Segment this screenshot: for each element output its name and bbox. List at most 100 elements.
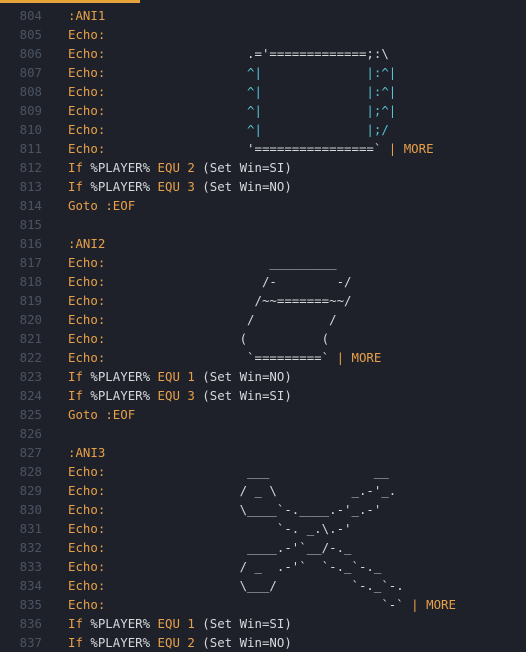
token-kw: Echo:: [68, 27, 106, 42]
code-text: Echo: \___/ `-._`-.: [68, 576, 404, 595]
code-line[interactable]: 816:ANI2: [0, 234, 526, 253]
code-line[interactable]: 832 Echo: ____.-'`__/-._: [0, 538, 526, 557]
code-line[interactable]: 834 Echo: \___/ `-._`-.: [0, 576, 526, 595]
token-kw: If: [68, 369, 91, 384]
code-line[interactable]: 819 Echo: /~~=======~~/: [0, 291, 526, 310]
token-kw: Echo:: [68, 483, 106, 498]
token-kw: Echo:: [68, 350, 106, 365]
code-line[interactable]: 822 Echo: `=========` | MORE: [0, 348, 526, 367]
line-number: 827: [19, 445, 42, 460]
token-kw: If: [68, 160, 91, 175]
code-line[interactable]: 823 If %PLAYER% EQU 1 (Set Win=NO): [0, 367, 526, 386]
code-line[interactable]: 836 If %PLAYER% EQU 1 (Set Win=SI): [0, 614, 526, 633]
code-line[interactable]: 814 Goto :EOF: [0, 196, 526, 215]
code-line[interactable]: 812 If %PLAYER% EQU 2 (Set Win=SI): [0, 158, 526, 177]
token-kw: Echo:: [68, 559, 106, 574]
token-art: `-. _.\.-': [105, 521, 352, 536]
line-number: 830: [19, 502, 42, 517]
token-txt: (Set Win=SI): [202, 388, 292, 403]
code-text: Echo: / _ \ _.-'_.: [68, 481, 396, 500]
line-number: 812: [19, 160, 42, 175]
token-art: `-`: [105, 597, 404, 612]
line-number: 836: [19, 616, 42, 631]
token-kw: If: [68, 179, 91, 194]
code-line[interactable]: 815: [0, 215, 526, 234]
code-line[interactable]: 835 Echo: `-` | MORE: [0, 595, 526, 614]
code-line[interactable]: 809 Echo: ^| |;^|: [0, 101, 526, 120]
code-line[interactable]: 829 Echo: / _ \ _.-'_.: [0, 481, 526, 500]
token-kw: Echo:: [68, 502, 106, 517]
line-number: 828: [19, 464, 42, 479]
token-txt: (Set Win=SI): [202, 616, 292, 631]
token-art: ___ __: [105, 464, 389, 479]
code-text: Echo: ___ __: [68, 462, 389, 481]
token-kw: Echo:: [68, 597, 106, 612]
token-op: EQU: [157, 635, 188, 650]
token-num: 3: [187, 179, 203, 194]
token-kw: Echo:: [68, 293, 106, 308]
code-line[interactable]: 824 If %PLAYER% EQU 3 (Set Win=SI): [0, 386, 526, 405]
token-kw: Goto: [68, 407, 106, 422]
code-line[interactable]: 805 Echo:: [0, 25, 526, 44]
token-pipe: |: [381, 141, 404, 156]
code-line[interactable]: 817 Echo: _________: [0, 253, 526, 272]
token-art: ( (: [105, 331, 330, 346]
token-more: MORE: [403, 141, 434, 156]
line-number: 804: [19, 8, 42, 23]
code-line[interactable]: 826: [0, 424, 526, 443]
code-text: Goto :EOF: [68, 196, 135, 215]
token-art: .='=============;:\: [105, 46, 389, 61]
token-kw: Goto: [68, 198, 106, 213]
code-line[interactable]: 806 Echo: .='=============;:\: [0, 44, 526, 63]
line-number: 835: [19, 597, 42, 612]
code-line[interactable]: 821 Echo: ( (: [0, 329, 526, 348]
line-number: 815: [19, 217, 42, 232]
code-text: If %PLAYER% EQU 1 (Set Win=SI): [68, 614, 292, 633]
code-text: Echo: `-` | MORE: [68, 595, 456, 614]
code-line[interactable]: 813 If %PLAYER% EQU 3 (Set Win=NO): [0, 177, 526, 196]
code-editor[interactable]: 804:ANI1 805 Echo: 806 Echo: .='============…: [0, 6, 526, 652]
token-cy: ^|: [105, 65, 262, 80]
token-txt: (Set Win=NO): [202, 179, 292, 194]
token-art: \___/ `-._`-.: [105, 578, 404, 593]
code-line[interactable]: 828 Echo: ___ __: [0, 462, 526, 481]
code-text: Echo: ^| |;/: [68, 120, 389, 139]
code-line[interactable]: 831 Echo: `-. _.\.-': [0, 519, 526, 538]
code-line[interactable]: 825 Goto :EOF: [0, 405, 526, 424]
code-line[interactable]: 818 Echo: /- -/: [0, 272, 526, 291]
code-line[interactable]: 820 Echo: / /: [0, 310, 526, 329]
token-cy: |;^|: [366, 103, 397, 118]
code-line[interactable]: 808 Echo: ^| |:^|: [0, 82, 526, 101]
code-line[interactable]: 833 Echo: / _ .-'` `-._`-._: [0, 557, 526, 576]
token-art: ____.-'`__/-._: [105, 540, 352, 555]
code-text: Echo: _________: [68, 253, 337, 272]
code-text: Echo: `-. _.\.-': [68, 519, 352, 538]
code-text: Echo: ____.-'`__/-._: [68, 538, 352, 557]
code-line[interactable]: 811 Echo: '================` | MORE: [0, 139, 526, 158]
token-var: %PLAYER%: [90, 388, 158, 403]
token-var: %PLAYER%: [90, 616, 158, 631]
code-line[interactable]: 827 :ANI3: [0, 443, 526, 462]
token-var: %PLAYER%: [90, 160, 158, 175]
token-art: [262, 65, 366, 80]
line-number: 829: [19, 483, 42, 498]
token-kw: If: [68, 635, 91, 650]
code-line[interactable]: 804:ANI1: [0, 6, 526, 25]
code-line[interactable]: 837 If %PLAYER% EQU 2 (Set Win=NO): [0, 633, 526, 652]
token-lbl: :ANI3: [68, 445, 106, 460]
token-kw: If: [68, 616, 91, 631]
code-line[interactable]: 830 Echo: \____`-.____.-'_.-': [0, 500, 526, 519]
line-number: 823: [19, 369, 42, 384]
code-line[interactable]: 810 Echo: ^| |;/: [0, 120, 526, 139]
token-more: MORE: [351, 350, 382, 365]
line-number: 818: [19, 274, 42, 289]
token-art: [262, 122, 366, 137]
code-text: Echo:: [68, 25, 105, 44]
code-text: Echo: /~~=======~~/: [68, 291, 352, 310]
code-line[interactable]: 807 Echo: ^| |:^|: [0, 63, 526, 82]
token-art: / _ \ _.-'_.: [105, 483, 397, 498]
code-text: If %PLAYER% EQU 2 (Set Win=SI): [68, 158, 292, 177]
token-cy: ^|: [105, 84, 262, 99]
token-cy: |;/: [366, 122, 389, 137]
line-number: 833: [19, 559, 42, 574]
